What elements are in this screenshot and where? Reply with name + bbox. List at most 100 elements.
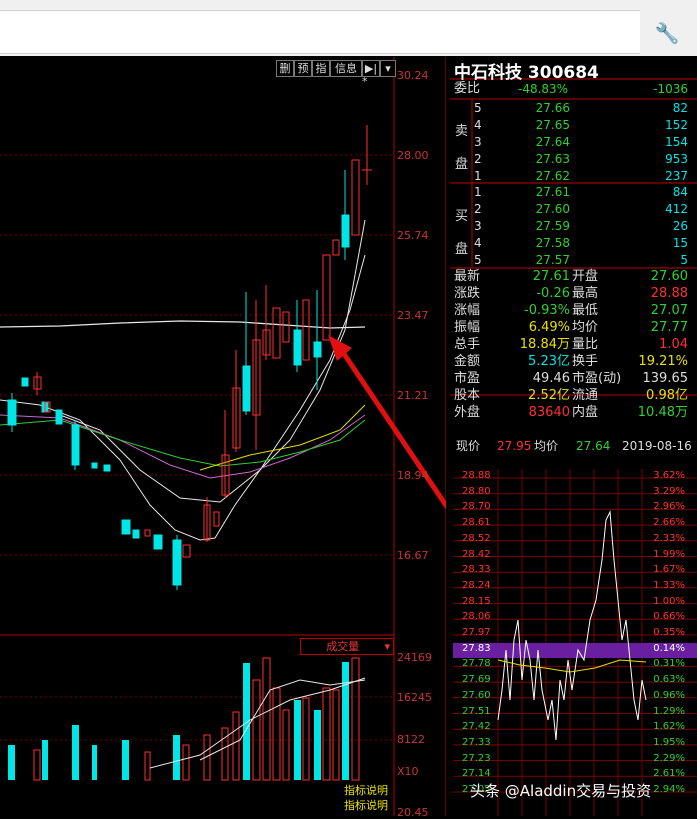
stat-label: 换手 bbox=[572, 354, 599, 369]
intraday-price-tick: 27.83 bbox=[462, 642, 491, 654]
sell-level: 5 bbox=[474, 101, 482, 115]
intraday-pct-tick: 0.66% bbox=[653, 611, 685, 623]
now-price-value: 27.95 bbox=[497, 439, 532, 453]
stat-label: 均价 bbox=[572, 320, 599, 335]
intraday-price-tick: 28.61 bbox=[462, 517, 491, 529]
price-tick: 28.00 bbox=[397, 149, 429, 162]
buy-price: 27.58 bbox=[535, 236, 570, 250]
stat-label: 金额 bbox=[454, 354, 481, 369]
weibi-value: -48.83% bbox=[518, 82, 569, 96]
intraday-price-tick: 27.78 bbox=[462, 658, 491, 670]
sell-volume: 237 bbox=[665, 169, 688, 183]
avg-price-value: 27.64 bbox=[576, 439, 611, 453]
stat-label: 涨跌 bbox=[454, 286, 481, 301]
address-field[interactable] bbox=[0, 10, 640, 54]
stat-label: 最新 bbox=[454, 269, 481, 284]
price-tick: 23.47 bbox=[397, 309, 429, 322]
browser-toolbar: 🔧 bbox=[0, 0, 697, 56]
volume-indicator-button[interactable]: 成交量 ▾ bbox=[300, 638, 394, 655]
intraday-pct-tick: 0.35% bbox=[653, 627, 685, 638]
stat-value: 49.46 bbox=[532, 371, 570, 386]
indicator-note[interactable]: 指标说明 bbox=[344, 782, 388, 798]
stat-value: 139.65 bbox=[642, 371, 689, 386]
intraday-price-tick: 27.23 bbox=[462, 752, 491, 764]
price-tick: 25.74 bbox=[397, 229, 429, 242]
star-mark: * bbox=[362, 75, 368, 88]
stat-label: 开盘 bbox=[572, 269, 599, 284]
intraday-price-tick: 28.80 bbox=[462, 485, 491, 497]
stat-label: 内盘 bbox=[572, 405, 599, 420]
intraday-price-tick: 27.51 bbox=[462, 705, 491, 717]
indicator-note[interactable]: 指标说明 bbox=[344, 797, 388, 813]
sell-price: 27.63 bbox=[535, 152, 570, 166]
intraday-price-tick: 27.14 bbox=[462, 768, 491, 780]
intraday-pct-tick: 1.67% bbox=[653, 564, 685, 576]
intraday-price-tick: 27.97 bbox=[462, 627, 491, 638]
intraday-price-tick: 27.69 bbox=[462, 674, 491, 686]
intraday-pct-tick: 1.95% bbox=[653, 736, 685, 748]
weicha-value: -1036 bbox=[653, 82, 688, 96]
price-tick: 18.94 bbox=[397, 469, 429, 482]
intraday-pct-tick: 2.96% bbox=[653, 501, 685, 513]
intraday-price-tick: 27.60 bbox=[462, 689, 491, 701]
stat-value: 28.88 bbox=[650, 286, 688, 301]
wrench-icon[interactable]: 🔧 bbox=[652, 18, 682, 48]
intraday-pct-tick: 3.29% bbox=[653, 485, 685, 497]
intraday-price-tick: 28.06 bbox=[462, 611, 491, 623]
buy-level: 3 bbox=[474, 219, 482, 233]
stat-label: 涨幅 bbox=[454, 303, 481, 318]
watermark: 头条 @Aladdin交易与投资 bbox=[470, 782, 652, 800]
buy-volume: 26 bbox=[672, 219, 688, 233]
intraday-pct-tick: 1.99% bbox=[653, 548, 685, 560]
stat-value: 27.61 bbox=[532, 269, 570, 284]
stat-value: 18.84万 bbox=[519, 337, 570, 352]
sell-volume: 152 bbox=[665, 118, 688, 132]
price-tick: 30.24 bbox=[397, 69, 429, 82]
weibi-label: 委比 bbox=[454, 81, 481, 96]
sell-volume: 154 bbox=[665, 135, 688, 149]
buy-level: 5 bbox=[474, 253, 482, 267]
now-price-label: 现价 bbox=[456, 439, 481, 453]
stat-value: -0.93% bbox=[524, 303, 570, 318]
buy-volume: 412 bbox=[665, 202, 688, 216]
stat-value: 2.52亿 bbox=[528, 388, 570, 403]
info-button[interactable]: 信息 bbox=[330, 60, 362, 77]
buy-volume: 84 bbox=[672, 185, 688, 199]
buy-price: 27.61 bbox=[535, 185, 570, 199]
intraday-pct-tick: 0.96% bbox=[653, 689, 685, 701]
preview-button[interactable]: 预 bbox=[294, 60, 312, 77]
buy-level: 2 bbox=[474, 202, 482, 216]
intraday-pct-tick: 1.62% bbox=[653, 721, 685, 733]
stat-value: 19.21% bbox=[638, 354, 688, 369]
intraday-pct-tick: 3.62% bbox=[653, 470, 685, 481]
intraday-pct-tick: 0.14% bbox=[653, 642, 685, 654]
dropdown-button[interactable]: ▾ bbox=[380, 60, 396, 77]
date-label: 2019-08-16 bbox=[622, 439, 692, 453]
stat-label: 市盈 bbox=[454, 371, 481, 386]
candlestick-chart bbox=[0, 57, 446, 816]
volume-tick: 24169 bbox=[397, 651, 432, 664]
stat-value: 0.98亿 bbox=[646, 388, 688, 403]
intraday-pct-tick: 0.31% bbox=[653, 658, 685, 670]
intraday-price-tick: 28.88 bbox=[462, 470, 491, 481]
stat-value: 1.04 bbox=[659, 337, 688, 352]
price-tick-partial: 20.45 bbox=[397, 806, 429, 819]
sell-level: 2 bbox=[474, 152, 482, 166]
volume-tick: 8122 bbox=[397, 733, 425, 746]
intraday-price-tick: 28.70 bbox=[462, 501, 491, 513]
buy-volume: 15 bbox=[672, 236, 688, 250]
price-tick: 21.21 bbox=[397, 389, 429, 402]
buy-level: 1 bbox=[474, 185, 482, 199]
sell-level: 3 bbox=[474, 135, 482, 149]
sell-level: 4 bbox=[474, 118, 482, 132]
avg-price-label: 均价 bbox=[534, 439, 559, 453]
stat-value: 27.07 bbox=[650, 303, 688, 318]
indicator-button[interactable]: 指 bbox=[312, 60, 330, 77]
volume-label: 成交量 bbox=[326, 640, 360, 653]
sell-price: 27.62 bbox=[535, 169, 570, 183]
volume-multiplier: X10 bbox=[397, 765, 419, 778]
delete-button[interactable]: 删 bbox=[276, 60, 294, 77]
stat-value: 27.60 bbox=[650, 269, 688, 284]
intraday-pct-tick: 2.66% bbox=[653, 517, 685, 529]
stat-label: 最高 bbox=[572, 286, 599, 301]
